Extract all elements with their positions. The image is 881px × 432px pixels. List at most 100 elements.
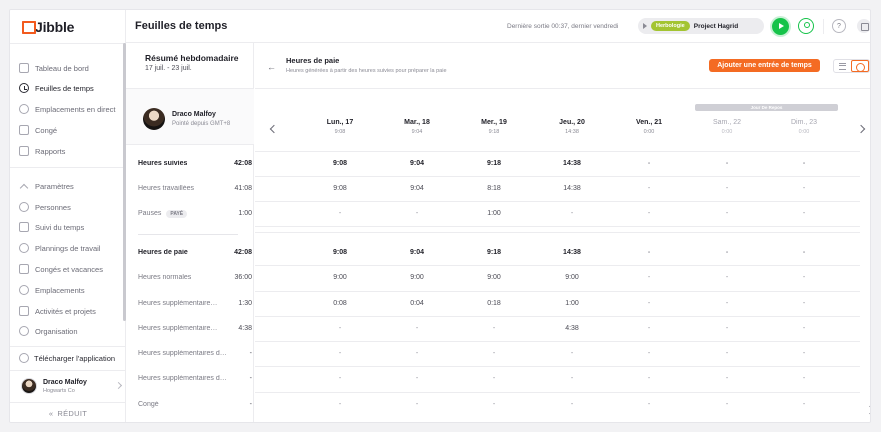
add-time-entry-button[interactable]: Ajouter une entrée de temps: [709, 59, 820, 72]
time-cell[interactable]: 9:04: [387, 151, 447, 176]
summary-row-value: 42:08: [234, 249, 252, 256]
report-icon: [19, 146, 29, 156]
sidebar-item-timesheets[interactable]: Feuilles de temps: [19, 79, 124, 97]
sidebar-item-activities[interactable]: Activités et projets: [19, 302, 124, 320]
time-cell[interactable]: 1:00: [542, 291, 602, 316]
time-cell[interactable]: 14:38: [542, 151, 602, 176]
summary-divider: [138, 234, 238, 235]
summary-row-label: Congé: [138, 401, 159, 408]
day-header[interactable]: Mer., 19 9:18: [464, 119, 524, 135]
time-tracking-icon: [19, 222, 29, 232]
time-cell[interactable]: 9:18: [464, 151, 524, 176]
brand-name: Jibble: [35, 19, 75, 35]
time-cell: -: [802, 375, 806, 382]
weekend-off-bar: Jour De Repos: [695, 104, 838, 111]
time-cell: -: [647, 249, 651, 256]
download-app-button[interactable]: Télécharger l'application: [10, 347, 126, 369]
clock-in-button[interactable]: [772, 18, 789, 35]
time-cell[interactable]: 9:00: [387, 265, 447, 290]
sidebar-item-locations[interactable]: Emplacements: [19, 281, 124, 299]
collapse-sidebar-button[interactable]: « RÉDUIT: [10, 403, 126, 422]
time-cell: -: [570, 375, 574, 382]
help-icon[interactable]: ?: [832, 19, 846, 33]
day-name: Mer., 19: [481, 119, 507, 126]
last-clock-out-text: Dernière sortie 00:37, dernier vendredi: [507, 23, 619, 30]
payroll-title: Heures de paie: [286, 56, 340, 65]
day-header[interactable]: Jeu., 20 14:38: [542, 119, 602, 135]
clock-view-icon[interactable]: [851, 60, 869, 72]
time-cell: -: [725, 185, 729, 192]
day-name: Sam., 22: [712, 119, 741, 126]
time-cell: -: [492, 375, 496, 382]
time-cell: -: [338, 401, 342, 408]
sidebar-item-work-schedules[interactable]: Plannings de travail: [19, 239, 124, 257]
user-clock-icon[interactable]: [798, 18, 814, 34]
weekly-summary-panel: Résumé hebdomadaire 17 juil. - 23 juil. …: [126, 43, 254, 422]
time-cell: -: [415, 350, 419, 357]
time-cell: -: [725, 160, 729, 167]
people-icon: [19, 202, 29, 212]
time-cell[interactable]: 0:04: [387, 291, 447, 316]
day-header[interactable]: Lun., 17 9:08: [310, 119, 370, 135]
time-cell[interactable]: 9:04: [387, 240, 447, 265]
summary-row-label: Heures de paie: [138, 249, 188, 256]
time-cell[interactable]: 9:00: [464, 265, 524, 290]
time-cell: -: [647, 300, 651, 307]
sidebar-item-settings[interactable]: Paramètres: [19, 177, 124, 195]
day-header[interactable]: Ven., 21 0:00: [619, 119, 679, 135]
sidebar-item-label: Emplacements en direct: [35, 104, 116, 114]
time-cell[interactable]: 9:00: [310, 265, 370, 290]
jibble-logo[interactable]: Jibble: [22, 19, 74, 35]
time-cell: -: [725, 210, 729, 217]
sidebar-item-time-tracking[interactable]: Suivi du temps: [19, 218, 124, 236]
time-cell[interactable]: 9:08: [310, 151, 370, 176]
time-cell[interactable]: 9:18: [464, 240, 524, 265]
time-cell[interactable]: 9:04: [387, 176, 447, 201]
paid-badge: PAYÉ: [166, 209, 188, 218]
user-menu[interactable]: Draco Malfoy Hogwarts Co: [10, 371, 126, 401]
calendar-icon: [19, 125, 29, 135]
chevron-up-icon: [19, 181, 29, 191]
time-cell[interactable]: 9:08: [310, 176, 370, 201]
time-cell[interactable]: 14:38: [542, 176, 602, 201]
sidebar-item-organization[interactable]: Organisation: [19, 322, 124, 340]
sidebar-item-people[interactable]: Personnes: [19, 198, 124, 216]
time-cell: -: [802, 401, 806, 408]
sidebar-item-live-locations[interactable]: Emplacements en direct: [19, 100, 124, 118]
day-header[interactable]: Dim., 23 0:00: [774, 119, 834, 135]
clock-icon: [19, 83, 29, 93]
summary-row-label: Heures supplémentaire…: [138, 325, 218, 332]
time-cell: -: [415, 210, 419, 217]
time-cell[interactable]: 1:00: [464, 201, 524, 226]
time-cell[interactable]: 4:38: [542, 316, 602, 341]
sidebar-item-label: Activités et projets: [35, 306, 96, 316]
scroll-right-chevron-icon[interactable]: [865, 405, 870, 415]
payroll-hours-panel: ← Heures de paie Heures générées à parti…: [255, 43, 870, 422]
time-cell[interactable]: 9:08: [310, 240, 370, 265]
sidebar-item-holidays[interactable]: Congés et vacances: [19, 260, 124, 278]
sidebar-item-label: Congés et vacances: [35, 264, 103, 274]
time-cell: -: [492, 350, 496, 357]
time-cell[interactable]: 14:38: [542, 240, 602, 265]
time-cell[interactable]: 9:00: [542, 265, 602, 290]
day-header[interactable]: Sam., 22 0:00: [697, 119, 757, 135]
previous-week-chevron-icon[interactable]: [269, 124, 279, 134]
chevron-right-icon: [114, 381, 123, 390]
grid-line: [255, 226, 860, 227]
list-view-icon[interactable]: [834, 60, 851, 72]
sidebar-item-dashboard[interactable]: Tableau de bord: [19, 59, 124, 77]
sidebar-item-reports[interactable]: Rapports: [19, 142, 124, 160]
sidebar-item-label: Suivi du temps: [35, 222, 85, 232]
time-cell: -: [802, 350, 806, 357]
time-cell[interactable]: 0:18: [464, 291, 524, 316]
summary-row-value: -: [249, 401, 252, 408]
time-cell[interactable]: 8:18: [464, 176, 524, 201]
gift-icon[interactable]: [857, 19, 870, 33]
time-cell[interactable]: 0:08: [310, 291, 370, 316]
day-header[interactable]: Mar., 18 9:04: [387, 119, 447, 135]
sidebar-item-leave[interactable]: Congé: [19, 121, 124, 139]
current-activity-pill[interactable]: Herbologie Project Hagrid: [638, 18, 764, 34]
sidebar-item-label: Tableau de bord: [35, 63, 89, 73]
back-arrow-icon[interactable]: ←: [267, 62, 276, 72]
next-week-chevron-icon[interactable]: [856, 124, 866, 134]
